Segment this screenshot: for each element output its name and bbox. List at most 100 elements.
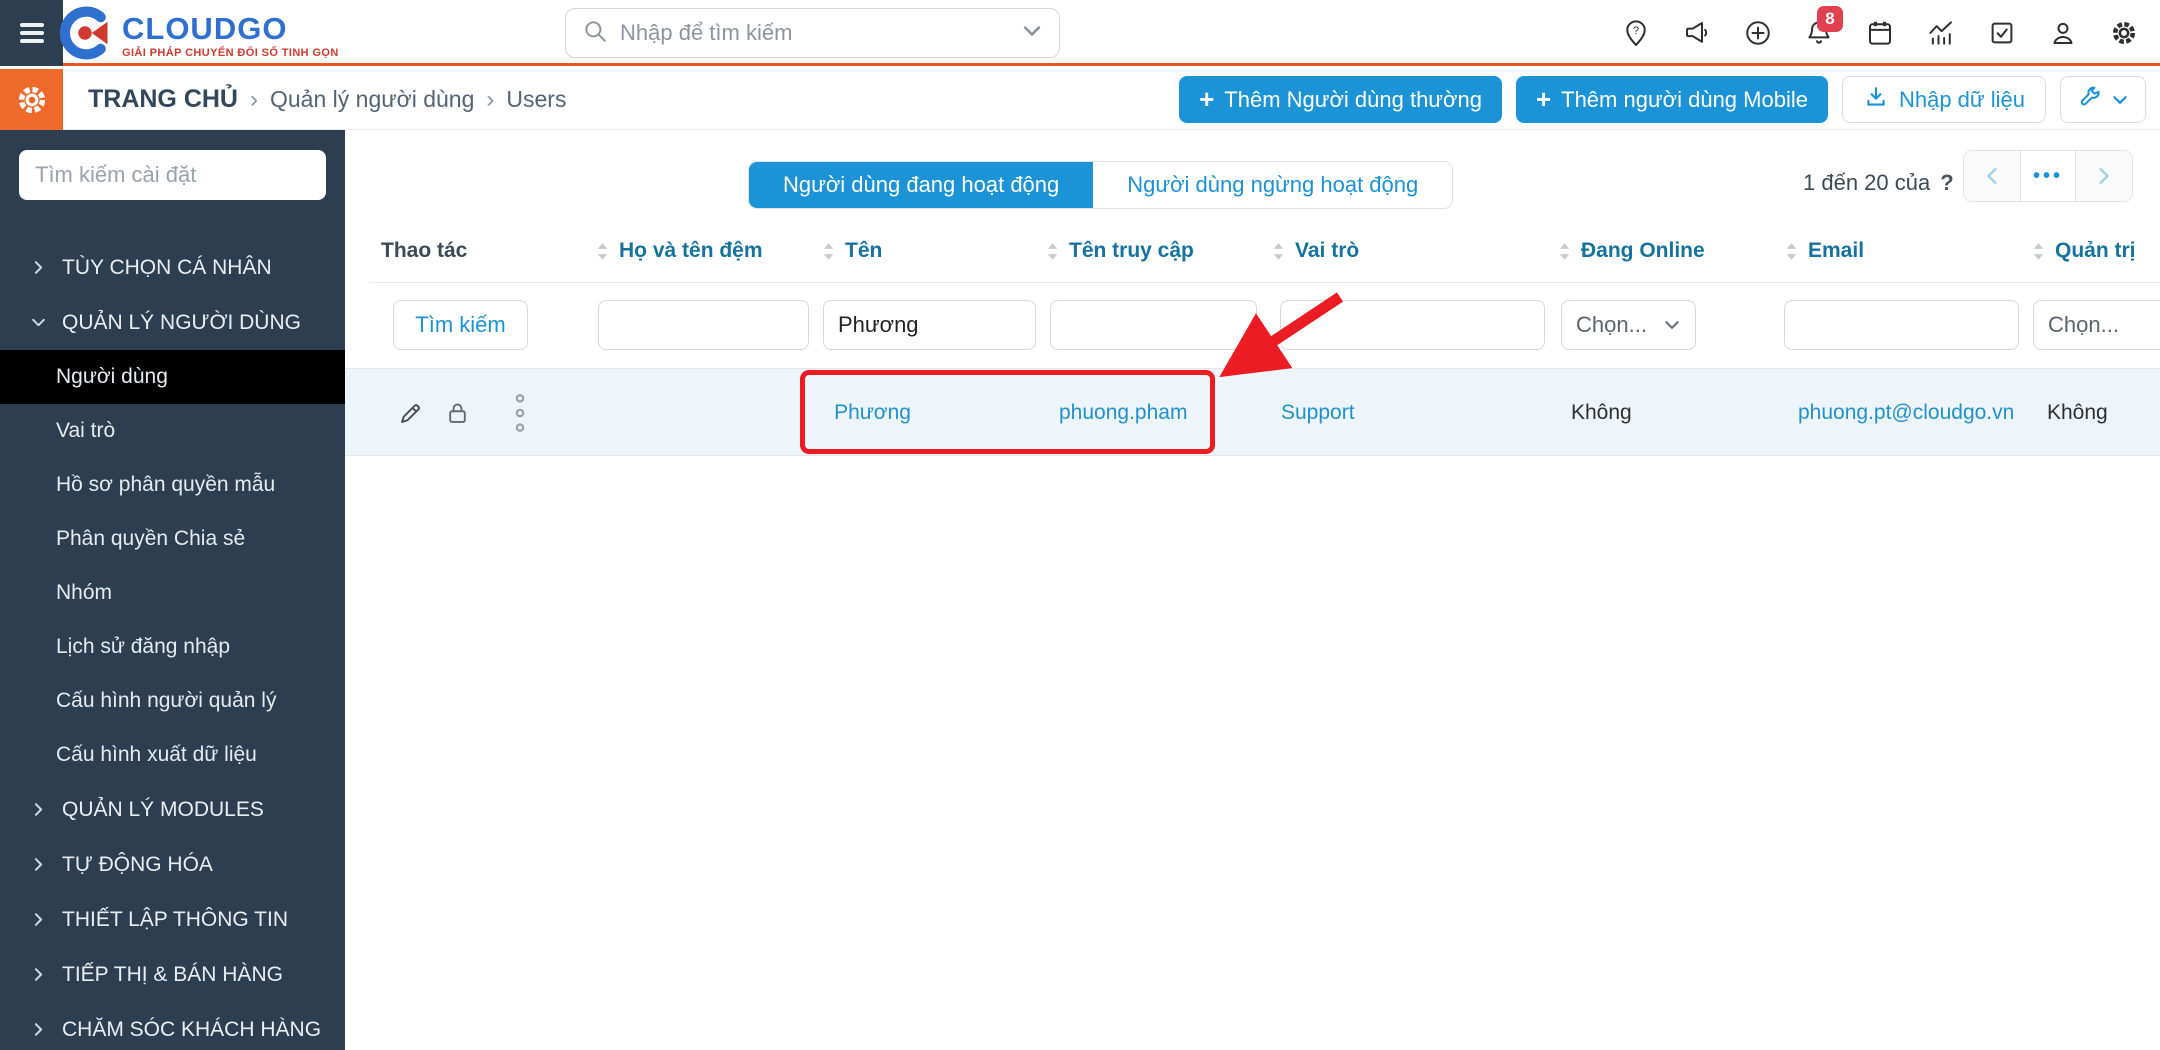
breadcrumb-user-management[interactable]: Quản lý người dùng <box>270 86 474 113</box>
sidebar-item-roles[interactable]: Vai trò <box>0 404 345 458</box>
chevron-right-icon <box>30 801 47 818</box>
cell-admin: Không <box>2047 401 2108 424</box>
more-options-dots-icon[interactable] <box>513 369 527 457</box>
svg-text:?: ? <box>1632 25 1638 37</box>
global-search-input[interactable] <box>620 20 1009 46</box>
import-data-button[interactable]: Nhập dữ liệu <box>1841 76 2046 123</box>
next-page-button[interactable] <box>2076 151 2132 201</box>
page-ellipsis-button[interactable]: ••• <box>2020 151 2076 201</box>
location-pin-help-icon[interactable]: ? <box>1605 0 1666 66</box>
reports-chart-icon[interactable] <box>1910 0 1971 66</box>
filter-firstname-input[interactable] <box>823 300 1036 350</box>
sidebar-section-customer-care[interactable]: CHĂM SÓC KHÁCH HÀNG <box>0 1002 345 1050</box>
total-count-help[interactable]: ? <box>1940 170 1953 196</box>
sidebar-section-marketing-sales[interactable]: TIẾP THỊ & BÁN HÀNG <box>0 947 345 1002</box>
settings-search-box <box>19 150 326 200</box>
divider <box>369 282 2160 283</box>
filter-email-input[interactable] <box>1784 300 2019 350</box>
megaphone-icon[interactable] <box>1666 0 1727 66</box>
filter-lastname-input[interactable] <box>598 300 809 350</box>
notification-badge: 8 <box>1817 6 1843 32</box>
column-header-actions: Thao tác <box>381 239 468 262</box>
cell-firstname-link[interactable]: Phương <box>825 369 920 457</box>
page-actions: + Thêm Người dùng thường + Thêm người dù… <box>1179 76 2146 123</box>
settings-search-input[interactable] <box>19 150 326 200</box>
tab-active-users[interactable]: Người dùng đang hoạt động <box>749 162 1094 208</box>
breadcrumb-home[interactable]: TRANG CHỦ <box>88 85 238 114</box>
chevron-right-icon <box>30 1021 47 1038</box>
table-row[interactable]: Phương phuong.pham Support Không phuong.… <box>345 368 2160 456</box>
logo-tagline: GIẢI PHÁP CHUYỂN ĐỔI SỐ TINH GỌN <box>122 46 339 59</box>
sort-icon <box>2031 240 2046 263</box>
settings-sidebar: TÙY CHỌN CÁ NHÂN QUẢN LÝ NGƯỜI DÙNG Ngườ… <box>0 130 345 1050</box>
cell-role-link[interactable]: Support <box>1281 369 1355 457</box>
filter-search-button[interactable]: Tìm kiếm <box>393 300 528 350</box>
sidebar-section-module-management[interactable]: QUẢN LÝ MODULES <box>0 782 345 837</box>
topbar-icon-row: ? 8 <box>1605 0 2154 66</box>
settings-menu: TÙY CHỌN CÁ NHÂN QUẢN LÝ NGƯỜI DÙNG Ngườ… <box>0 240 345 1050</box>
tasks-check-icon[interactable] <box>1971 0 2032 66</box>
column-header-firstname[interactable]: Tên <box>821 226 882 276</box>
filter-online-select[interactable]: Chọn... <box>1561 300 1696 350</box>
search-scope-chevron-icon[interactable] <box>1021 20 1043 47</box>
sidebar-section-information-setup[interactable]: THIẾT LẬP THÔNG TIN <box>0 892 345 947</box>
column-header-lastname[interactable]: Họ và tên đệm <box>595 226 763 276</box>
user-status-tabs: Người dùng đang hoạt động Người dùng ngừ… <box>748 161 1454 209</box>
cell-online: Không <box>1571 401 1632 424</box>
tab-inactive-users[interactable]: Người dùng ngừng hoạt động <box>1093 162 1453 208</box>
sidebar-item-manager-config[interactable]: Cấu hình người quản lý <box>0 674 345 728</box>
plus-icon: + <box>1535 83 1552 114</box>
chevron-down-icon <box>30 314 47 331</box>
sort-icon <box>1045 240 1060 263</box>
breadcrumb-separator: › <box>250 85 258 113</box>
settings-module-gear-icon <box>0 69 63 130</box>
cell-email-link[interactable]: phuong.pt@cloudgo.vn <box>1798 369 2014 457</box>
sidebar-section-personal-options[interactable]: TÙY CHỌN CÁ NHÂN <box>0 240 345 295</box>
users-list-panel: Người dùng đang hoạt động Người dùng ngừ… <box>345 130 2160 1050</box>
sidebar-item-sharing-access[interactable]: Phân quyền Chia sẻ <box>0 512 345 566</box>
column-header-username[interactable]: Tên truy cập <box>1045 226 1194 276</box>
sidebar-item-groups[interactable]: Nhóm <box>0 566 345 620</box>
sidebar-item-export-config[interactable]: Cấu hình xuất dữ liệu <box>0 728 345 782</box>
hamburger-menu-button[interactable] <box>0 0 63 66</box>
edit-pencil-icon[interactable] <box>397 369 424 457</box>
filter-username-input[interactable] <box>1050 300 1257 350</box>
add-circle-icon[interactable] <box>1727 0 1788 66</box>
lock-icon[interactable] <box>444 369 471 457</box>
notifications-bell-icon[interactable]: 8 <box>1788 0 1849 66</box>
column-header-role[interactable]: Vai trò <box>1271 226 1359 276</box>
cell-username-link[interactable]: phuong.pham <box>1059 369 1194 457</box>
logo-name: CLOUDGO <box>122 10 288 46</box>
hamburger-icon <box>17 20 47 46</box>
sidebar-item-users[interactable]: Người dùng <box>0 350 345 404</box>
add-normal-user-button[interactable]: + Thêm Người dùng thường <box>1179 76 1502 123</box>
chevron-right-icon <box>30 856 47 873</box>
breadcrumb-users[interactable]: Users <box>506 86 566 113</box>
filter-admin-select[interactable]: Chọn... <box>2033 300 2160 350</box>
chevron-right-icon <box>2093 165 2115 187</box>
sidebar-item-login-history[interactable]: Lịch sử đăng nhập <box>0 620 345 674</box>
sort-icon <box>1271 240 1286 263</box>
column-header-admin[interactable]: Quản trị <box>2031 226 2136 276</box>
cloudgo-logo-icon <box>58 6 112 65</box>
user-profile-icon[interactable] <box>2032 0 2093 66</box>
previous-page-button[interactable] <box>1964 151 2020 201</box>
app-logo[interactable]: CLOUDGO GIẢI PHÁP CHUYỂN ĐỔI SỐ TINH GỌN <box>58 6 339 65</box>
cell-lastname <box>598 369 809 457</box>
sort-icon <box>595 240 610 263</box>
import-download-icon <box>1863 84 1889 116</box>
column-header-online[interactable]: Đang Online <box>1557 226 1705 276</box>
sidebar-section-automation[interactable]: TỰ ĐỘNG HÓA <box>0 837 345 892</box>
settings-gear-icon[interactable] <box>2093 0 2154 66</box>
chevron-right-icon <box>30 911 47 928</box>
sidebar-item-profiles[interactable]: Hồ sơ phân quyền mẫu <box>0 458 345 512</box>
chevron-right-icon <box>30 966 47 983</box>
top-bar: CLOUDGO GIẢI PHÁP CHUYỂN ĐỔI SỐ TINH GỌN… <box>0 0 2160 66</box>
column-header-email[interactable]: Email <box>1784 226 1864 276</box>
filter-role-input[interactable] <box>1280 300 1545 350</box>
sidebar-section-user-management[interactable]: QUẢN LÝ NGƯỜI DÙNG <box>0 295 345 350</box>
tools-dropdown-button[interactable] <box>2060 76 2146 123</box>
calendar-icon[interactable] <box>1849 0 1910 66</box>
add-mobile-user-button[interactable]: + Thêm người dùng Mobile <box>1515 76 1828 123</box>
pager: ••• <box>1963 150 2133 202</box>
